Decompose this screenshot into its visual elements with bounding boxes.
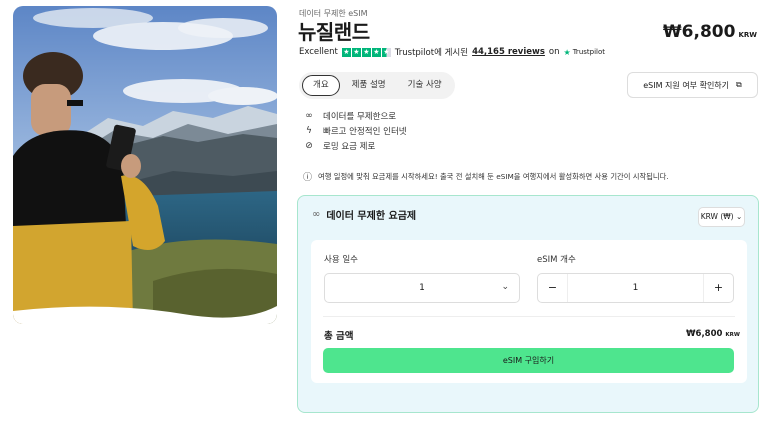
price-amount: ₩6,800 (662, 22, 736, 42)
divider (323, 316, 735, 317)
trustpilot-logo: ★ Trustpilot (564, 48, 606, 57)
info-icon: ⓘ (303, 173, 313, 183)
feature-label: 데이터를 무제한으로 (323, 111, 397, 122)
no-roaming-icon: ⊘ (305, 140, 313, 151)
tab-overview[interactable]: 개요 (302, 75, 340, 96)
days-value: 1 (419, 283, 425, 293)
feature-label: 빠르고 안정적인 인터넷 (323, 126, 407, 137)
trustpilot-rating[interactable]: Excellent ★ ★ ★ ★ ★ Trustpilot에 게시된 44,1… (299, 46, 605, 58)
check-esim-support-button[interactable]: eSIM 지원 여부 확인하기 ⧉ (627, 72, 758, 98)
plan-header: ∞ 데이터 무제한 요금제 (312, 207, 416, 222)
star-icon: ★ (351, 47, 361, 57)
price-currency: KRW (738, 31, 757, 39)
hero-image (13, 6, 277, 324)
rating-stars: ★ ★ ★ ★ ★ (341, 47, 391, 57)
buy-esim-button[interactable]: eSIM 구입하기 (323, 348, 734, 373)
feature-item: ϟ 빠르고 안정적인 인터넷 (303, 123, 407, 138)
chevron-down-icon: ⌄ (501, 282, 509, 292)
page-title: 뉴질랜드 (298, 20, 370, 44)
lightning-icon: ϟ (306, 125, 312, 136)
notice-text: 여행 일정에 맞춰 요금제를 시작하세요! 출국 전 설치해 둔 eSIM을 여… (318, 171, 669, 181)
feature-item: ∞ 데이터를 무제한으로 (303, 108, 407, 123)
star-icon: ★ (361, 47, 371, 57)
star-icon: ★ (341, 47, 351, 57)
check-button-label: eSIM 지원 여부 확인하기 (643, 80, 730, 90)
reviews-link[interactable]: 44,165 reviews (472, 47, 545, 57)
total-currency: KRW (725, 332, 740, 338)
plan-card: ∞ 데이터 무제한 요금제 KRW (₩) ⌄ 사용 일수 eSIM 개수 1 … (297, 195, 759, 413)
tab-description[interactable]: 제품 설명 (342, 75, 396, 96)
infinity-icon: ∞ (305, 110, 313, 121)
copy-icon: ⧉ (736, 80, 742, 89)
star-icon: ★ (371, 47, 381, 57)
currency-select[interactable]: KRW (₩) ⌄ (698, 207, 745, 227)
travel-notice: ⓘ 여행 일정에 맞춰 요금제를 시작하세요! 출국 전 설치해 둔 eSIM을… (303, 170, 669, 184)
infinity-icon: ∞ (312, 209, 321, 220)
days-select[interactable]: 1 ⌄ (324, 273, 520, 303)
half-star-icon: ★ (381, 47, 391, 57)
increment-button[interactable]: + (703, 274, 733, 302)
tab-bar: 개요 제품 설명 기술 사양 (299, 72, 455, 99)
rating-brand: Trustpilot에 게시된 (394, 48, 469, 58)
esim-count-label: eSIM 개수 (537, 255, 576, 265)
feature-label: 로밍 요금 제로 (323, 141, 376, 152)
feature-list: ∞ 데이터를 무제한으로 ϟ 빠르고 안정적인 인터넷 ⊘ 로밍 요금 제로 (303, 108, 407, 153)
feature-item: ⊘ 로밍 요금 제로 (303, 138, 407, 153)
trustpilot-star-icon: ★ (563, 47, 571, 57)
total-amount: ₩6,800 (686, 329, 723, 339)
rating-label: Excellent (299, 47, 338, 57)
product-price: ₩6,800 KRW (663, 22, 757, 42)
total-price: ₩6,800 KRW (686, 329, 740, 339)
tab-specs[interactable]: 기술 사양 (398, 75, 452, 96)
currency-label: KRW (₩) (700, 212, 734, 221)
total-label: 총 금액 (324, 331, 354, 342)
chevron-down-icon: ⌄ (736, 212, 743, 221)
trustpilot-name: Trustpilot (572, 48, 606, 56)
rating-on: on (548, 47, 560, 57)
plan-title: 데이터 무제한 요금제 (326, 211, 417, 222)
esim-quantity-stepper: − 1 + (537, 273, 734, 303)
days-label: 사용 일수 (324, 255, 358, 265)
plan-form: 사용 일수 eSIM 개수 1 ⌄ − 1 + 총 금액 ₩6,800 KRW e… (311, 240, 747, 383)
